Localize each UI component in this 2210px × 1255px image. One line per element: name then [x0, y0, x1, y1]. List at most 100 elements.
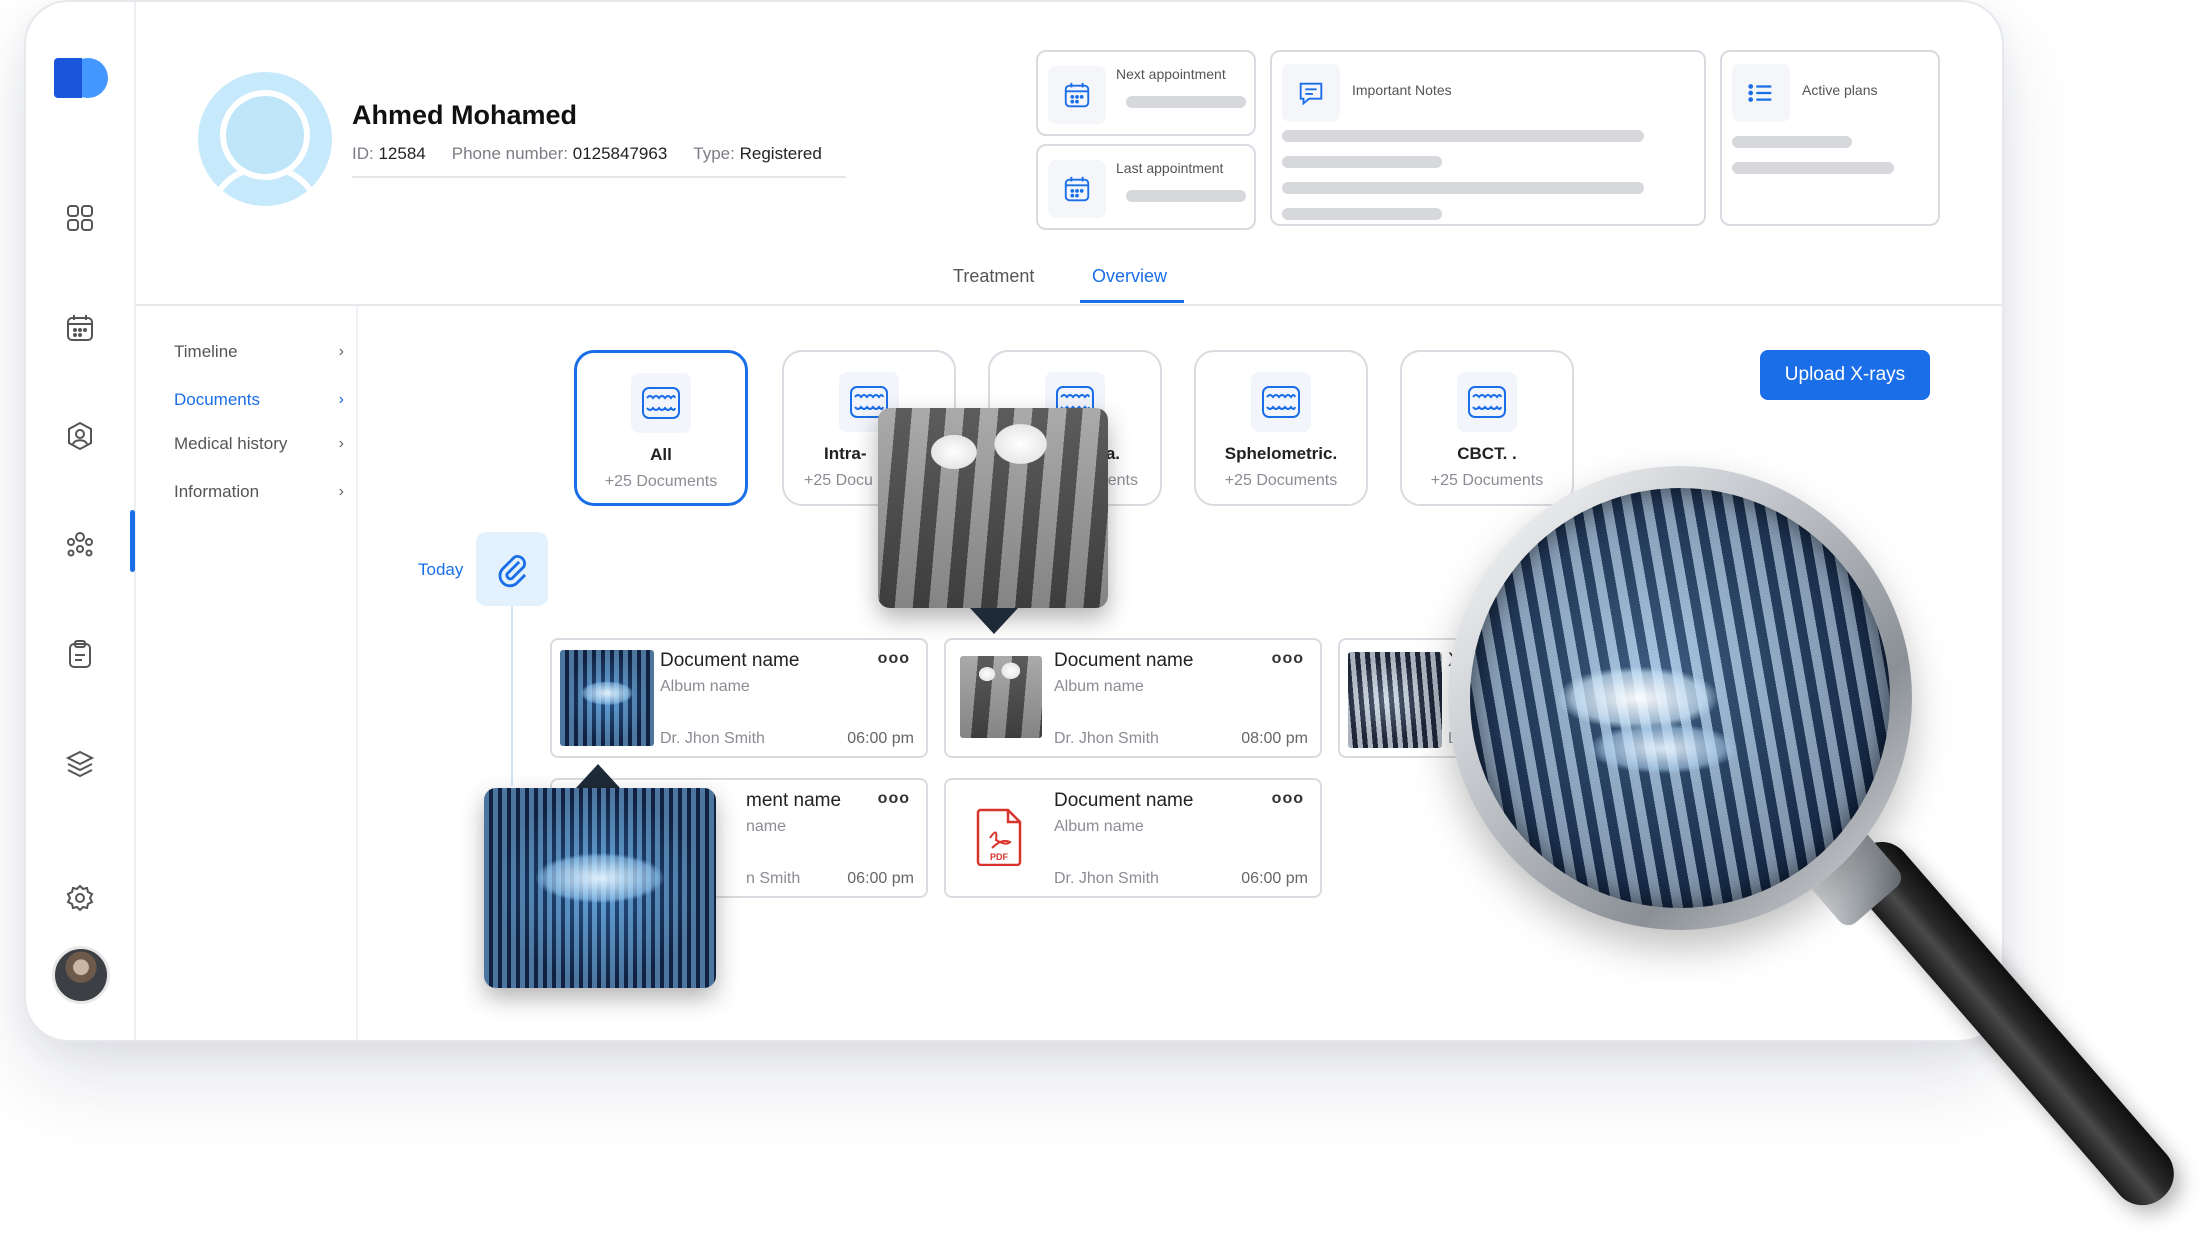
- tab-overview[interactable]: Overview: [1092, 266, 1167, 287]
- header-divider: [352, 176, 846, 178]
- paperclip-icon: [498, 555, 527, 588]
- upload-xrays-button[interactable]: Upload X-rays: [1760, 350, 1930, 400]
- skeleton-line: [1282, 182, 1644, 194]
- clipboard-icon[interactable]: [62, 636, 98, 672]
- xray-preview-popup-periapical: [878, 408, 1108, 608]
- skeleton-line: [1732, 136, 1852, 148]
- category-count: +25 Documents: [1224, 472, 1338, 489]
- user-avatar[interactable]: [52, 946, 110, 1004]
- skeleton-line: [1732, 162, 1894, 174]
- album-name: name: [746, 818, 787, 835]
- document-card[interactable]: Document name Album name Dr. Jhon Smith …: [550, 638, 928, 758]
- active-plans-card[interactable]: Active plans: [1720, 50, 1940, 226]
- chevron-right-icon: ›: [338, 483, 344, 500]
- category-count: +25 Documents: [604, 473, 718, 490]
- settings-gear-icon[interactable]: [62, 880, 98, 916]
- doctor-name: n Smith: [746, 870, 801, 887]
- xray-thumbnail: [960, 656, 1042, 738]
- chevron-right-icon: ›: [338, 435, 344, 452]
- patient-phone: Phone number: 0125847963: [451, 144, 668, 163]
- document-time: 06:00 pm: [847, 870, 914, 887]
- album-name: Album name: [660, 678, 750, 695]
- last-appointment-title: Last appointment: [1116, 160, 1224, 176]
- timeline-line: [511, 606, 513, 786]
- timeline-today-label: Today: [418, 560, 464, 579]
- calendar-icon[interactable]: [62, 310, 98, 346]
- menu-item-documents[interactable]: Documents ›: [174, 390, 344, 410]
- popup-pointer: [576, 764, 620, 788]
- category-all[interactable]: All +25 Documents: [574, 350, 748, 506]
- category-count: +25 Documents: [1430, 472, 1544, 489]
- skeleton-line: [1282, 208, 1442, 220]
- document-card[interactable]: PDF Document name Album name Dr. Jhon Sm…: [944, 778, 1322, 898]
- patient-id: ID: 12584: [352, 144, 426, 163]
- category-name: CBCT. .: [1457, 444, 1517, 463]
- calendar-icon: [1048, 66, 1106, 124]
- more-options-icon[interactable]: ooo: [1272, 790, 1304, 808]
- doctor-name: Dr. Jhon Smith: [660, 730, 765, 747]
- message-note-icon: [1282, 64, 1340, 122]
- skeleton-line: [1282, 156, 1442, 168]
- document-time: 08:00 pm: [1241, 730, 1308, 747]
- menu-item-information[interactable]: Information ›: [174, 482, 344, 502]
- document-name: Document name: [1054, 650, 1194, 671]
- pdf-file-icon: PDF: [976, 808, 1022, 866]
- category-sphelometric[interactable]: Sphelometric. +25 Documents: [1194, 350, 1368, 506]
- important-notes-title: Important Notes: [1352, 82, 1452, 98]
- more-options-icon[interactable]: ooo: [878, 650, 910, 668]
- teeth-icon: [1251, 372, 1311, 432]
- menu-item-timeline[interactable]: Timeline ›: [174, 342, 344, 362]
- last-appointment-card[interactable]: Last appointment: [1036, 144, 1256, 230]
- xray-preview-popup-panoramic: [484, 788, 716, 988]
- menu-item-medical-history[interactable]: Medical history ›: [174, 434, 344, 454]
- next-appointment-title: Next appointment: [1116, 66, 1226, 82]
- skeleton-line: [1126, 96, 1246, 108]
- album-name: Album name: [1054, 818, 1144, 835]
- patient-meta: ID: 12584 Phone number: 0125847963 Type:…: [352, 144, 822, 164]
- doctor-name: Dr. Jhon Smith: [1054, 730, 1159, 747]
- xray-thumbnail: [1348, 652, 1442, 748]
- list-icon: [1732, 64, 1790, 122]
- more-options-icon[interactable]: ooo: [1272, 650, 1304, 668]
- document-card[interactable]: Document name Album name Dr. Jhon Smith …: [944, 638, 1322, 758]
- sidebar: [26, 2, 136, 1040]
- chevron-right-icon: ›: [338, 343, 344, 360]
- popup-pointer: [970, 608, 1018, 634]
- svg-text:PDF: PDF: [990, 852, 1009, 862]
- brand-logo: [54, 58, 110, 98]
- patient-photo-placeholder: [198, 72, 332, 206]
- teeth-icon: [1457, 372, 1517, 432]
- document-name: ment name: [746, 790, 842, 811]
- document-name: Document name: [660, 650, 800, 671]
- skeleton-line: [1282, 130, 1644, 142]
- attachment-button[interactable]: [476, 532, 548, 606]
- stage: Ahmed Mohamed ID: 12584 Phone number: 01…: [0, 0, 2210, 1255]
- category-name: Sphelometric.: [1224, 444, 1338, 463]
- more-options-icon[interactable]: ooo: [878, 790, 910, 808]
- important-notes-card[interactable]: Important Notes: [1270, 50, 1706, 226]
- patient-name: Ahmed Mohamed: [352, 100, 578, 130]
- skeleton-line: [1126, 190, 1246, 202]
- active-plans-title: Active plans: [1802, 82, 1878, 98]
- album-name: Album name: [1054, 678, 1144, 695]
- document-time: 06:00 pm: [1241, 870, 1308, 887]
- patient-type: Type: Registered: [693, 144, 822, 163]
- document-time: 06:00 pm: [847, 730, 914, 747]
- patient-profile-icon[interactable]: [62, 418, 98, 454]
- next-appointment-card[interactable]: Next appointment: [1036, 50, 1256, 136]
- doctor-name: Dr. Jhon Smith: [1054, 870, 1159, 887]
- calendar-icon: [1048, 160, 1106, 218]
- menu-divider: [356, 306, 358, 1040]
- category-cbct[interactable]: CBCT. . +25 Documents: [1400, 350, 1574, 506]
- layers-icon[interactable]: [62, 746, 98, 782]
- dashboard-icon[interactable]: [62, 200, 98, 236]
- xray-thumbnail: [560, 650, 654, 746]
- document-name: Document name: [1054, 790, 1194, 811]
- active-tab-indicator: [1080, 300, 1184, 303]
- tabs-divider: [136, 304, 2002, 306]
- magnified-xray-lens: [1470, 488, 1890, 908]
- tab-treatment[interactable]: Treatment: [953, 266, 1034, 287]
- patients-group-icon[interactable]: [62, 526, 98, 562]
- chevron-right-icon: ›: [338, 391, 344, 408]
- teeth-icon: [631, 373, 691, 433]
